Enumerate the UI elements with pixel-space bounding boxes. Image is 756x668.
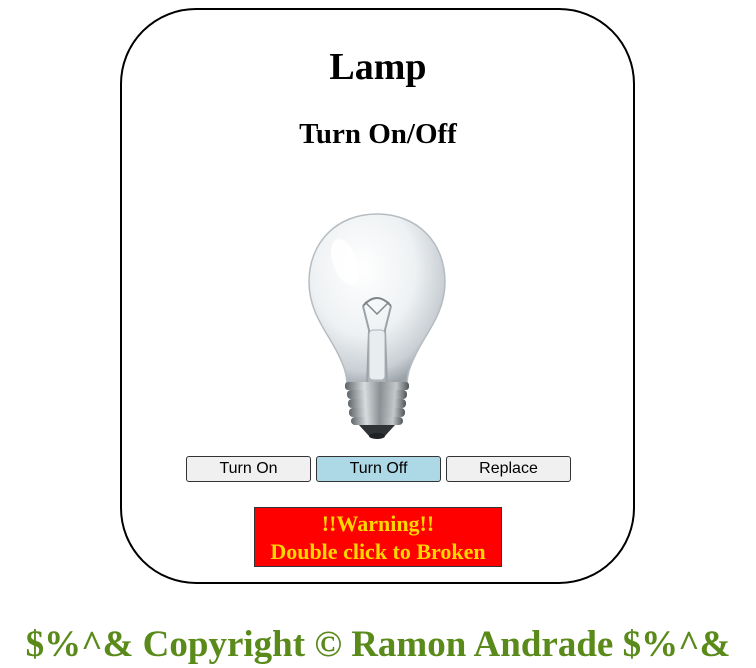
warning-message: Double click to Broken [270, 539, 486, 564]
warning-title: !!Warning!! [321, 511, 435, 536]
light-bulb-image [308, 213, 446, 439]
copyright-footer: $%^& Copyright © Ramon Andrade $%^& [25, 624, 731, 665]
page-subtitle: Turn On/Off [299, 118, 457, 150]
replace-button[interactable]: Replace [446, 456, 571, 482]
turn-off-button[interactable]: Turn Off [316, 456, 441, 482]
page-title: Lamp [329, 46, 427, 88]
turn-on-button[interactable]: Turn On [186, 456, 311, 482]
warning-break-button[interactable]: !!Warning!! Double click to Broken [254, 507, 502, 567]
